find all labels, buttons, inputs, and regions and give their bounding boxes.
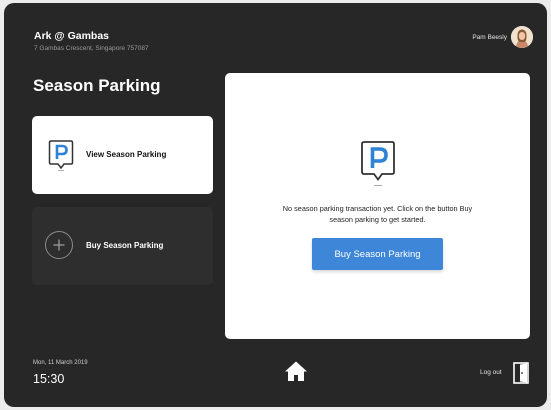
site-name: Ark @ Gambas	[34, 30, 110, 42]
current-time: 15:30	[33, 372, 65, 386]
buy-season-parking-label: Buy Season Parking	[86, 241, 164, 250]
page-title: Season Parking	[33, 76, 161, 95]
empty-state-message: No season parking transaction yet. Click…	[282, 204, 473, 224]
view-season-parking-label: View Season Parking	[86, 150, 167, 159]
user-name[interactable]: Pam Beesly	[472, 34, 507, 41]
view-season-parking-card[interactable]: View Season Parking	[32, 116, 213, 194]
logout-label[interactable]: Log out	[480, 369, 502, 376]
site-address: 7 Gambas Crescent, Singapore 757087	[34, 45, 149, 52]
parking-sign-icon	[360, 140, 396, 193]
transactions-panel: No season parking transaction yet. Click…	[225, 73, 530, 339]
parking-sign-icon	[48, 139, 74, 176]
home-icon[interactable]	[284, 360, 308, 387]
avatar[interactable]	[511, 26, 533, 48]
buy-season-parking-button[interactable]: Buy Season Parking	[312, 238, 443, 270]
plus-circle-icon	[45, 231, 73, 259]
current-date: Mon, 11 March 2019	[33, 360, 88, 366]
door-exit-icon[interactable]	[512, 361, 532, 390]
app-window: Ark @ Gambas 7 Gambas Crescent, Singapor…	[4, 3, 547, 407]
buy-season-parking-card[interactable]: Buy Season Parking	[32, 207, 213, 285]
user-avatar-icon	[511, 26, 533, 48]
